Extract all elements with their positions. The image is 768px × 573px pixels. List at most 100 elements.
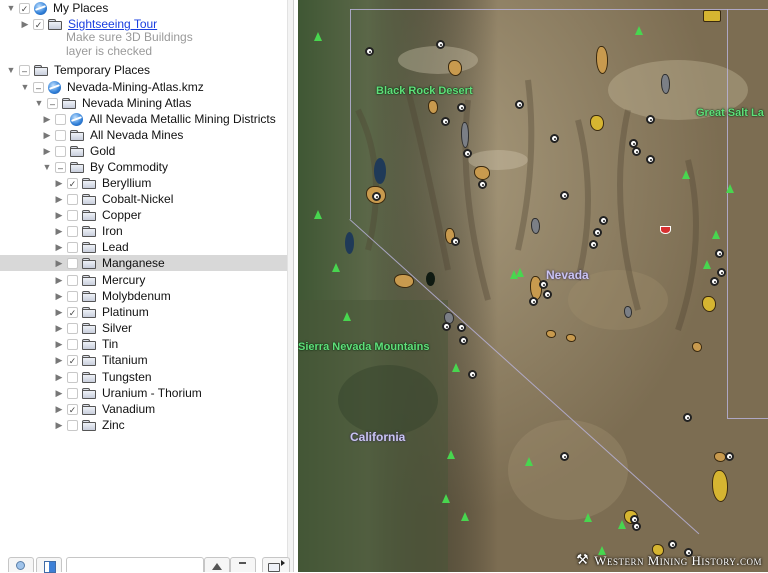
visibility-checkbox[interactable]: – <box>19 64 30 76</box>
mining-district[interactable] <box>461 122 469 148</box>
expand-triangle-icon[interactable]: ▶ <box>54 178 64 188</box>
tree-item-beryllium[interactable]: ▶ ✓ Beryllium <box>0 175 291 191</box>
expand-triangle-icon[interactable]: ▶ <box>54 226 64 236</box>
mine-marker[interactable] <box>715 249 724 258</box>
mining-district[interactable] <box>394 274 414 288</box>
park-tree-icon[interactable] <box>618 520 626 529</box>
park-tree-icon[interactable] <box>726 184 734 193</box>
mine-marker[interactable] <box>560 191 569 200</box>
visibility-checkbox[interactable]: ✓ <box>67 354 78 366</box>
expand-triangle-icon[interactable]: ▶ <box>54 275 64 285</box>
mine-marker[interactable] <box>529 297 538 306</box>
tree-item-zinc[interactable]: ▶ Zinc <box>0 417 291 433</box>
visibility-checkbox[interactable] <box>55 145 66 157</box>
expand-triangle-icon[interactable]: ▶ <box>54 420 64 430</box>
tree-item-by-commodity[interactable]: ▼ – By Commodity <box>0 159 291 175</box>
visibility-checkbox[interactable] <box>67 241 78 253</box>
mine-marker[interactable] <box>710 277 719 286</box>
mine-marker[interactable] <box>463 149 472 158</box>
mining-district[interactable] <box>590 115 604 131</box>
add-folder-button[interactable] <box>262 557 290 572</box>
expand-triangle-icon[interactable]: ▶ <box>20 19 30 29</box>
mine-marker[interactable] <box>593 228 602 237</box>
mine-marker[interactable] <box>457 323 466 332</box>
mining-district[interactable] <box>703 10 721 22</box>
park-tree-icon[interactable] <box>703 260 711 269</box>
visibility-checkbox[interactable]: ✓ <box>67 306 78 318</box>
mining-district[interactable] <box>712 470 728 502</box>
park-tree-icon[interactable] <box>682 170 690 179</box>
tree-item-iron[interactable]: ▶ Iron <box>0 223 291 239</box>
park-tree-icon[interactable] <box>447 450 455 459</box>
earth-map-view[interactable]: Black Rock Desert Great Salt La Nevada S… <box>298 0 768 572</box>
visibility-checkbox[interactable] <box>67 290 78 302</box>
tree-item-manganese[interactable]: ▶ Manganese <box>0 255 291 271</box>
visibility-checkbox[interactable] <box>67 193 78 205</box>
mine-marker[interactable] <box>441 117 450 126</box>
mine-marker[interactable] <box>459 336 468 345</box>
expand-triangle-icon[interactable]: ▶ <box>54 388 64 398</box>
panel-scrollbar[interactable] <box>287 0 293 572</box>
park-tree-icon[interactable] <box>452 363 460 372</box>
mining-district[interactable] <box>448 60 462 76</box>
visibility-checkbox[interactable]: – <box>55 161 66 173</box>
mining-district[interactable] <box>692 342 702 352</box>
panel-toggle-button[interactable] <box>36 557 62 573</box>
mine-marker[interactable] <box>646 155 655 164</box>
tree-item-platinum[interactable]: ▶ ✓ Platinum <box>0 304 291 320</box>
park-tree-icon[interactable] <box>712 230 720 239</box>
tree-item-molybdenum[interactable]: ▶ Molybdenum <box>0 288 291 304</box>
park-tree-icon[interactable] <box>516 268 524 277</box>
park-tree-icon[interactable] <box>584 513 592 522</box>
expand-triangle-icon[interactable]: ▶ <box>54 242 64 252</box>
expand-triangle-icon[interactable]: ▶ <box>54 355 64 365</box>
visibility-checkbox[interactable] <box>67 257 78 269</box>
visibility-checkbox[interactable]: ✓ <box>67 403 78 415</box>
mine-marker[interactable] <box>632 522 641 531</box>
visibility-checkbox[interactable] <box>67 419 78 431</box>
mine-marker[interactable] <box>632 147 641 156</box>
park-tree-icon[interactable] <box>442 494 450 503</box>
expand-triangle-icon[interactable]: ▶ <box>42 146 52 156</box>
expand-triangle-icon[interactable]: ▶ <box>54 404 64 414</box>
visibility-checkbox[interactable] <box>67 338 78 350</box>
park-tree-icon[interactable] <box>525 457 533 466</box>
mine-marker[interactable] <box>599 216 608 225</box>
mine-marker[interactable] <box>365 47 374 56</box>
mine-marker[interactable] <box>560 452 569 461</box>
mining-district[interactable] <box>531 218 540 234</box>
tree-item-nevada-mining-atlas[interactable]: ▼ – Nevada Mining Atlas <box>0 95 291 111</box>
mine-marker[interactable] <box>478 180 487 189</box>
mining-district[interactable] <box>702 296 716 312</box>
tree-item-titanium[interactable]: ▶ ✓ Titanium <box>0 352 291 368</box>
tree-item-all-nevada-metallic-mining-districts[interactable]: ▶ All Nevada Metallic Mining Districts <box>0 111 291 127</box>
mining-district[interactable] <box>596 46 608 74</box>
expand-triangle-icon[interactable]: ▶ <box>54 372 64 382</box>
expand-triangle-icon[interactable]: ▶ <box>54 194 64 204</box>
visibility-checkbox[interactable]: – <box>47 97 58 109</box>
mine-marker[interactable] <box>717 268 726 277</box>
tree-item-gold[interactable]: ▶ Gold <box>0 143 291 159</box>
collapse-triangle-icon[interactable]: ▼ <box>20 82 30 92</box>
mine-marker[interactable] <box>668 540 677 549</box>
park-tree-icon[interactable] <box>314 210 322 219</box>
visibility-checkbox[interactable]: ✓ <box>33 18 44 30</box>
expand-triangle-icon[interactable]: ▶ <box>42 114 52 124</box>
visibility-checkbox[interactable]: ✓ <box>19 2 30 14</box>
visibility-checkbox[interactable] <box>67 225 78 237</box>
mine-marker[interactable] <box>451 237 460 246</box>
mine-marker[interactable] <box>436 40 445 49</box>
park-tree-icon[interactable] <box>314 32 322 41</box>
tree-item-lead[interactable]: ▶ Lead <box>0 239 291 255</box>
collapse-triangle-icon[interactable]: ▼ <box>6 3 16 13</box>
mine-marker[interactable] <box>725 452 734 461</box>
tree-item-tin[interactable]: ▶ Tin <box>0 336 291 352</box>
visibility-checkbox[interactable] <box>67 371 78 383</box>
visibility-checkbox[interactable] <box>67 209 78 221</box>
mining-district[interactable] <box>546 330 556 338</box>
mining-district[interactable] <box>624 306 632 318</box>
move-down-button[interactable] <box>230 557 256 572</box>
mine-marker[interactable] <box>543 290 552 299</box>
expand-triangle-icon[interactable]: ▶ <box>54 339 64 349</box>
expand-triangle-icon[interactable]: ▶ <box>54 323 64 333</box>
